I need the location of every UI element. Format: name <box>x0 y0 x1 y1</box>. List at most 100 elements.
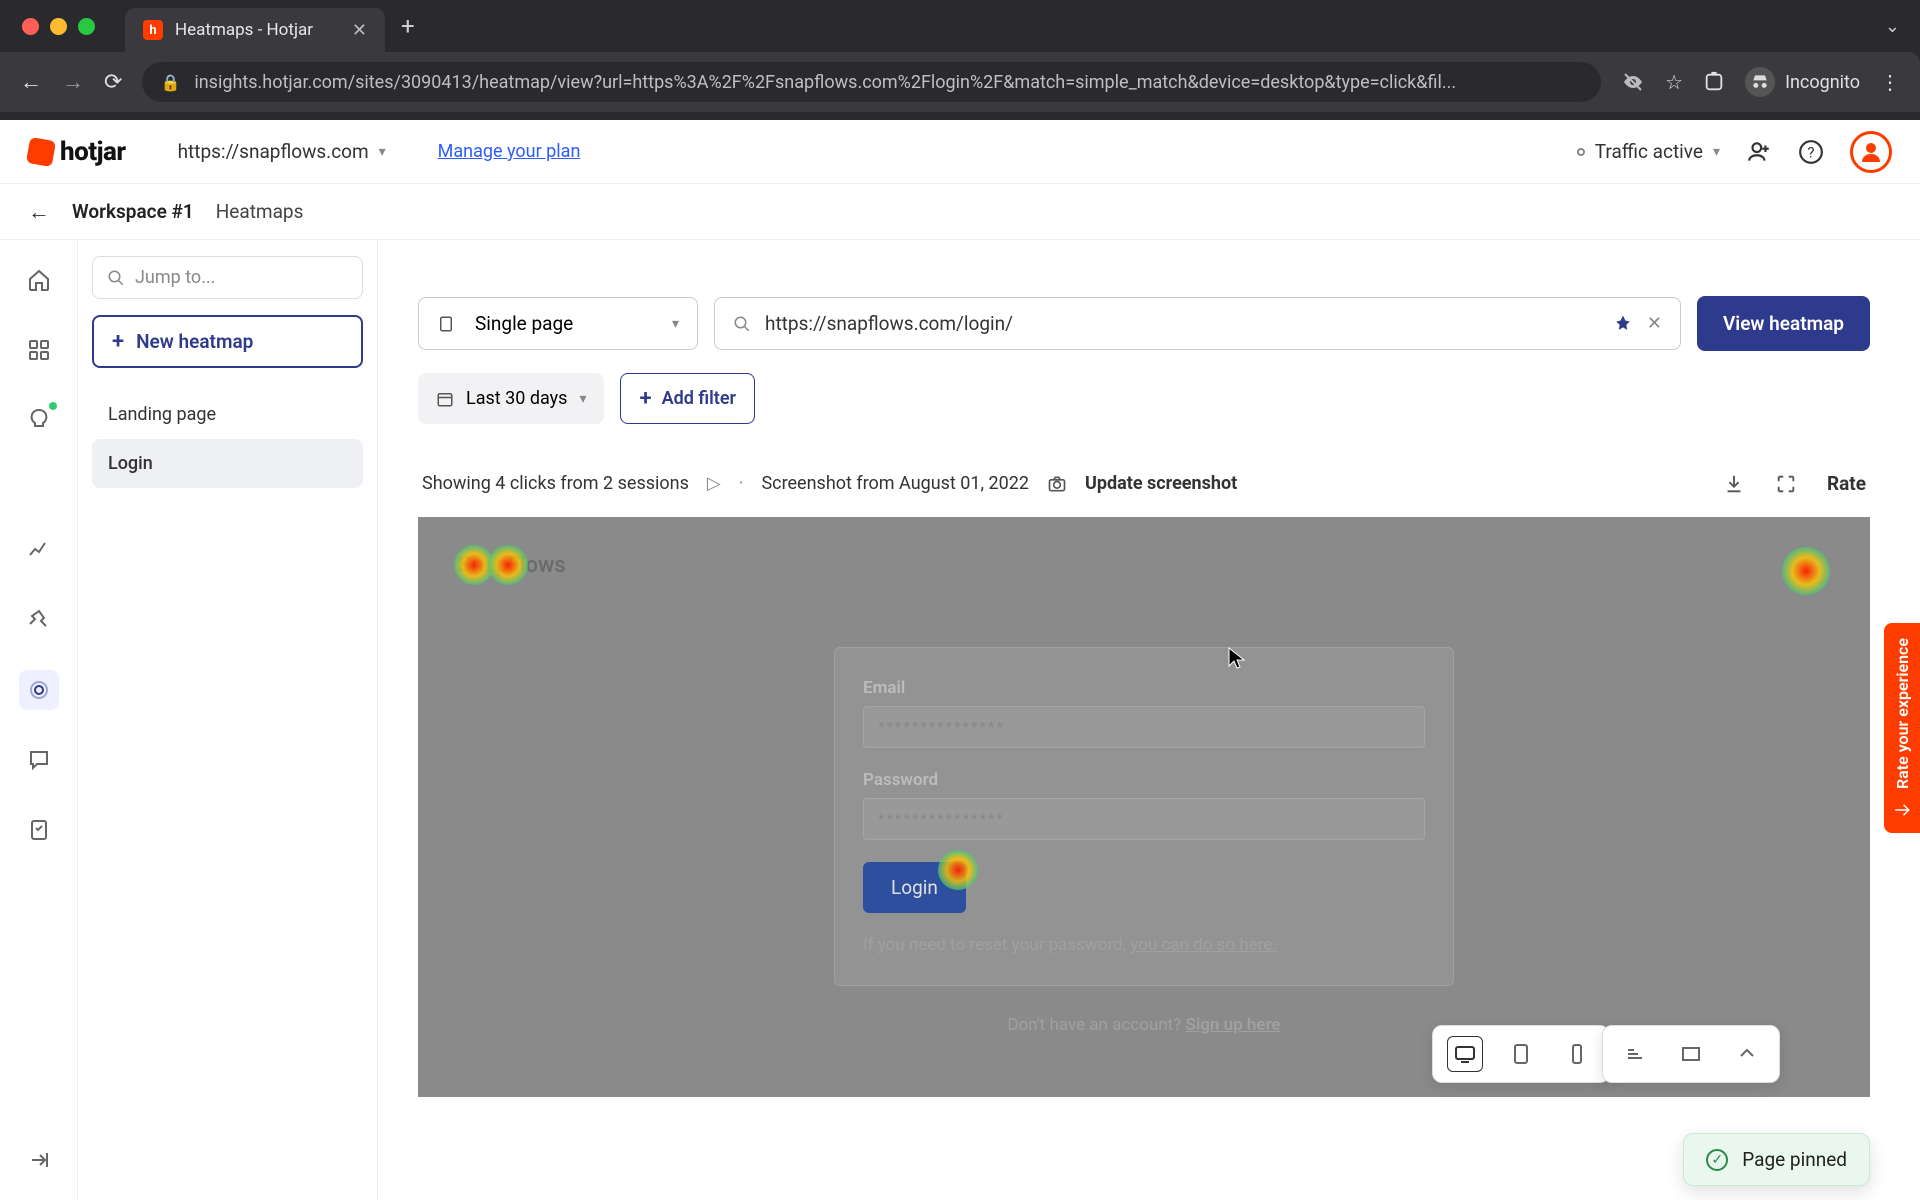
pin-icon[interactable] <box>1613 314 1633 334</box>
tab-title: Heatmaps - Hotjar <box>175 20 340 40</box>
feedback-label: Rate your experience <box>1893 638 1912 789</box>
toast-notification: ✓ Page pinned <box>1683 1133 1870 1186</box>
view-heatmap-button[interactable]: View heatmap <box>1697 296 1870 351</box>
view-option-2-icon[interactable] <box>1673 1036 1709 1072</box>
incognito-badge[interactable]: Incognito <box>1745 67 1860 97</box>
lock-icon: 🔒 <box>160 73 180 92</box>
rail-dashboards-icon[interactable] <box>19 330 59 370</box>
device-desktop-icon[interactable] <box>1447 1036 1483 1072</box>
email-label: Email <box>863 678 1425 698</box>
plus-icon: + <box>112 329 124 354</box>
feedback-tab[interactable]: Rate your experience <box>1884 623 1920 833</box>
traffic-label: Traffic active <box>1595 140 1703 163</box>
window-maximize[interactable] <box>78 18 95 35</box>
add-filter-button[interactable]: + Add filter <box>620 373 755 424</box>
signup-link: Sign up here <box>1185 1015 1280 1035</box>
feedback-share-icon <box>1893 801 1911 819</box>
window-close[interactable] <box>22 18 39 35</box>
new-heatmap-button[interactable]: + New heatmap <box>92 315 363 368</box>
screenshot-area-icon[interactable] <box>1775 473 1797 495</box>
address-bar[interactable]: 🔒 insights.hotjar.com/sites/3090413/heat… <box>142 62 1601 102</box>
user-avatar[interactable] <box>1850 131 1892 173</box>
logo-text: hotjar <box>60 137 126 167</box>
toast-text: Page pinned <box>1742 1148 1847 1171</box>
password-input: *************** <box>863 798 1425 840</box>
extensions-icon[interactable] <box>1703 71 1725 93</box>
url-text: insights.hotjar.com/sites/3090413/heatma… <box>194 72 1583 93</box>
page-mode-select[interactable]: Single page ▾ <box>418 297 698 350</box>
reload-icon[interactable]: ⟳ <box>104 70 122 95</box>
update-screenshot-link[interactable]: Update screenshot <box>1085 473 1237 494</box>
new-heatmap-label: New heatmap <box>136 330 253 353</box>
reset-prefix: If you need to reset your password, <box>863 935 1130 955</box>
separator: · <box>739 473 744 494</box>
chevron-down-icon: ▾ <box>672 316 679 332</box>
traffic-status[interactable]: Traffic active ▾ <box>1577 140 1720 163</box>
rail-funnels-icon[interactable] <box>19 600 59 640</box>
breadcrumb: ← Workspace #1 Heatmaps <box>0 184 1920 240</box>
add-filter-label: Add filter <box>662 388 736 409</box>
new-badge <box>49 402 57 410</box>
crumb-workspace[interactable]: Workspace #1 <box>72 200 194 223</box>
jump-to-input[interactable]: Jump to... <box>92 256 363 299</box>
incognito-icon <box>1745 67 1775 97</box>
logo[interactable]: hotjar <box>28 137 126 167</box>
heat-spot <box>488 545 528 585</box>
app-header: hotjar https://snapflows.com ▾ Manage yo… <box>0 120 1920 184</box>
signup-prefix: Don't have an account? <box>1007 1015 1185 1035</box>
reset-link: you can do so here. <box>1130 935 1277 955</box>
help-icon[interactable]: ? <box>1798 139 1824 165</box>
tabs-menu-icon[interactable]: ⌄ <box>1885 16 1900 37</box>
info-bar: Showing 4 clicks from 2 sessions ▷ · Scr… <box>418 464 1870 503</box>
screenshot-date: Screenshot from August 01, 2022 <box>761 473 1029 494</box>
tab-close-icon[interactable]: ✕ <box>352 20 367 41</box>
chevron-down-icon: ▾ <box>579 391 586 407</box>
manage-plan-link[interactable]: Manage your plan <box>438 141 581 162</box>
login-button: Login <box>863 862 966 913</box>
url-input[interactable]: https://snapflows.com/login/ ✕ <box>714 297 1681 350</box>
crumb-section[interactable]: Heatmaps <box>216 200 304 223</box>
date-range-filter[interactable]: Last 30 days ▾ <box>418 373 604 424</box>
rail-feedback-icon[interactable] <box>19 740 59 780</box>
rail-trends-icon[interactable] <box>19 530 59 570</box>
back-icon[interactable]: ← <box>20 69 42 95</box>
device-mobile-icon[interactable] <box>1559 1036 1595 1072</box>
browser-menu-icon[interactable]: ⋮ <box>1880 70 1900 94</box>
document-icon <box>437 315 455 333</box>
window-minimize[interactable] <box>50 18 67 35</box>
saved-item-landing[interactable]: Landing page <box>92 390 363 439</box>
rail-expand-icon[interactable] <box>19 1140 59 1180</box>
rail-surveys-icon[interactable] <box>19 810 59 850</box>
signup-text: Don't have an account? Sign up here <box>835 1015 1453 1035</box>
star-icon[interactable]: ☆ <box>1665 70 1683 94</box>
download-icon[interactable] <box>1723 473 1745 495</box>
saved-item-login[interactable]: Login <box>92 439 363 488</box>
play-icon[interactable]: ▷ <box>707 473 721 494</box>
back-arrow-icon[interactable]: ← <box>28 199 50 225</box>
view-options-toolbar <box>1602 1025 1780 1083</box>
device-tablet-icon[interactable] <box>1503 1036 1539 1072</box>
password-label: Password <box>863 770 1425 790</box>
search-icon <box>107 269 125 287</box>
login-card: Email *************** Password *********… <box>834 647 1454 986</box>
forward-icon[interactable]: → <box>62 69 84 95</box>
clear-icon[interactable]: ✕ <box>1647 313 1662 334</box>
reset-text: If you need to reset your password, you … <box>863 935 1425 955</box>
view-option-1-icon[interactable] <box>1617 1036 1653 1072</box>
new-tab-button[interactable]: + <box>401 12 415 40</box>
rail-heatmaps-icon[interactable] <box>19 670 59 710</box>
browser-tab[interactable]: h Heatmaps - Hotjar ✕ <box>125 8 385 52</box>
heat-spot <box>938 850 978 890</box>
view-option-3-icon[interactable] <box>1729 1036 1765 1072</box>
invite-user-icon[interactable] <box>1746 139 1772 165</box>
incognito-eye-icon[interactable] <box>1621 70 1645 94</box>
main-content: Single page ▾ https://snapflows.com/logi… <box>378 240 1920 1200</box>
site-selector[interactable]: https://snapflows.com ▾ <box>178 140 386 163</box>
clicks-summary: Showing 4 clicks from 2 sessions <box>422 473 689 494</box>
page-mode-label: Single page <box>475 312 573 335</box>
rail-home-icon[interactable] <box>19 260 59 300</box>
rail-highlights-icon[interactable] <box>19 400 59 440</box>
cursor-icon <box>1228 647 1246 669</box>
rate-link[interactable]: Rate <box>1827 472 1866 495</box>
heatmap-viewer: SnapFlows Email *************** Password… <box>418 517 1870 1097</box>
